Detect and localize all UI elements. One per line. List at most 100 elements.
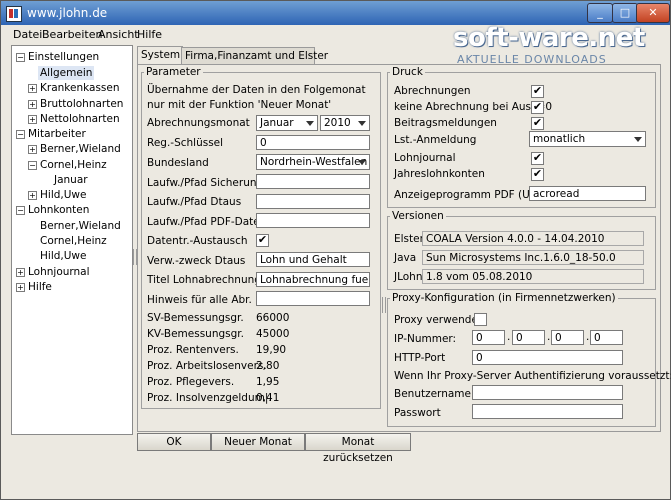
proxy-auth-hint: Wenn Ihr Proxy-Server Authentifizierung … [394,370,671,382]
menu-bearbeiten[interactable]: Bearbeiten [42,28,102,41]
regschluessel-input[interactable]: 0 [256,135,370,150]
pdf-path-input[interactable] [256,213,370,228]
titel-label: Titel Lohnabrechnung [147,274,261,286]
ip-dot: . [547,331,551,343]
sv-bemessung-label: SV-Bemessungsgr. [147,312,244,324]
ip-dot: . [507,331,511,343]
beitragsmeldungen-checkbox[interactable]: ✔ [531,117,544,130]
expand-icon[interactable]: + [16,268,25,277]
parameter-intro-line2: nur mit der Funktion 'Neuer Monat' [147,99,332,111]
tab-firma-finanzamt-elster[interactable]: Firma,Finanzamt und Elster [181,47,328,64]
pdf-path-label: Laufw./Pfad PDF-Datei [147,216,263,228]
arbeitslosenvers-label: Proz. Arbeitslosenvers. [147,360,267,372]
versionen-legend: Versionen [392,210,444,222]
insolvenzgeld-value: 0,41 [256,392,280,404]
title-bar[interactable]: www.jlohn.de _ □ ✕ [1,1,670,25]
abrechnungsmonat-label: Abrechnungsmonat [147,117,250,129]
keine-abrechnung-label: keine Abrechnung bei Ausz=0 [394,101,553,113]
ip-label: IP-Nummer: [394,333,457,345]
jahreslohnkonten-checkbox[interactable]: ✔ [531,168,544,181]
regschluessel-label: Reg.-Schlüssel [147,137,224,149]
lohnjournal-checkbox[interactable]: ✔ [531,152,544,165]
pdf-programm-input[interactable]: acroread [529,186,646,201]
hinweis-input[interactable] [256,291,370,306]
expand-icon[interactable]: + [28,115,37,124]
tab-content-system: Parameter Übernahme der Daten in den Fol… [137,64,671,432]
kv-bemessung-label: KV-Bemessungsgr. [147,328,244,340]
collapse-icon[interactable]: − [16,206,25,215]
close-button[interactable]: ✕ [636,3,670,23]
collapse-icon[interactable]: − [16,53,25,62]
menu-ansicht[interactable]: Ansicht [98,28,139,41]
ip-dot: . [586,331,590,343]
sv-bemessung-value: 66000 [256,312,290,324]
dtaus-path-input[interactable] [256,194,370,209]
dtaus-label: Laufw./Pfad Dtaus [147,196,242,208]
sicherung-path-input[interactable] [256,174,370,189]
insolvenzgeld-label: Proz. Insolvenzgeldum|. [147,392,272,404]
benutzername-input[interactable] [472,385,623,400]
application-window: www.jlohn.de _ □ ✕ Datei Bearbeiten Ansi… [0,0,671,500]
expand-icon[interactable]: + [28,100,37,109]
abrechnungen-label: Abrechnungen [394,85,471,97]
navigation-tree[interactable]: − Einstellungen Allgemein + Krankenkassen … [11,45,133,435]
java-label: Java [394,252,417,264]
pflegevers-value: 1,95 [256,376,280,388]
proxy-verwenden-checkbox[interactable] [474,313,487,326]
abrechnungen-checkbox[interactable]: ✔ [531,85,544,98]
datentraeger-label: Datentr.-Austausch [147,235,248,247]
passwort-label: Passwort [394,407,441,419]
menu-hilfe[interactable]: Hilfe [137,28,162,41]
pdf-programm-label: Anzeigeprogramm PDF (Unix) [394,189,550,201]
lst-anmeldung-select[interactable]: monatlich [529,131,646,147]
collapse-icon[interactable]: − [16,130,25,139]
chevron-down-icon [306,121,314,126]
chevron-down-icon [634,137,642,142]
collapse-icon[interactable]: − [28,161,37,170]
rentenvers-label: Proz. Rentenvers. [147,344,239,356]
arbeitslosenvers-value: 2,80 [256,360,280,372]
lohnjournal-label: Lohnjournal [394,152,456,164]
http-port-label: HTTP-Port [394,352,446,364]
neuer-monat-button[interactable]: Neuer Monat [211,433,305,451]
window-title: www.jlohn.de [27,6,108,20]
keine-abrechnung-checkbox[interactable]: ✔ [531,101,544,114]
maximize-button[interactable]: □ [612,3,638,23]
ip-octet-1-input[interactable]: 0 [472,330,505,345]
ip-octet-2-input[interactable]: 0 [512,330,545,345]
chevron-down-icon [358,121,366,126]
jahreslohnkonten-label: Jahreslohnkonten [394,168,485,180]
beitragsmeldungen-label: Beitragsmeldungen [394,117,497,129]
datentraeger-checkbox[interactable]: ✔ [256,234,269,247]
hinweis-label: Hinweis für alle Abr. [147,294,252,306]
expand-icon[interactable]: + [28,84,37,93]
year-select[interactable]: 2010 [320,115,370,131]
tab-system[interactable]: System [137,46,183,65]
java-version: Sun Microsystems Inc.1.6.0_18-50.0 [422,250,644,265]
druck-legend: Druck [392,66,423,78]
sicherung-label: Laufw./Pfad Sicherung [147,177,264,189]
http-port-input[interactable]: 0 [472,350,623,365]
elster-version: COALA Version 4.0.0 - 14.04.2010 [422,231,644,246]
expand-icon[interactable]: + [28,191,37,200]
benutzername-label: Benutzername [394,388,471,400]
pflegevers-label: Proz. Pflegevers. [147,376,235,388]
app-icon [6,6,22,22]
parameter-legend: Parameter [146,66,201,78]
bundesland-label: Bundesland [147,157,209,169]
minimize-button[interactable]: _ [587,3,613,23]
monat-zuruecksetzen-button[interactable]: Monat zurücksetzen [305,433,411,464]
ip-octet-4-input[interactable]: 0 [590,330,623,345]
expand-icon[interactable]: + [28,145,37,154]
expand-icon[interactable]: + [16,283,25,292]
bundesland-select[interactable]: Nordrhein-Westfalen [256,154,370,170]
panel-splitter-handle[interactable] [382,297,386,313]
verwendungszweck-label: Verw.-zweck Dtaus [147,255,246,267]
month-select[interactable]: Januar [256,115,318,131]
verwendungszweck-input[interactable]: Lohn und Gehalt [256,252,370,267]
titel-input[interactable]: Lohnabrechnung fuer [256,272,370,287]
ip-octet-3-input[interactable]: 0 [551,330,584,345]
ok-button[interactable]: OK [137,433,211,451]
passwort-input[interactable] [472,404,623,419]
menu-datei[interactable]: Datei [13,28,42,41]
